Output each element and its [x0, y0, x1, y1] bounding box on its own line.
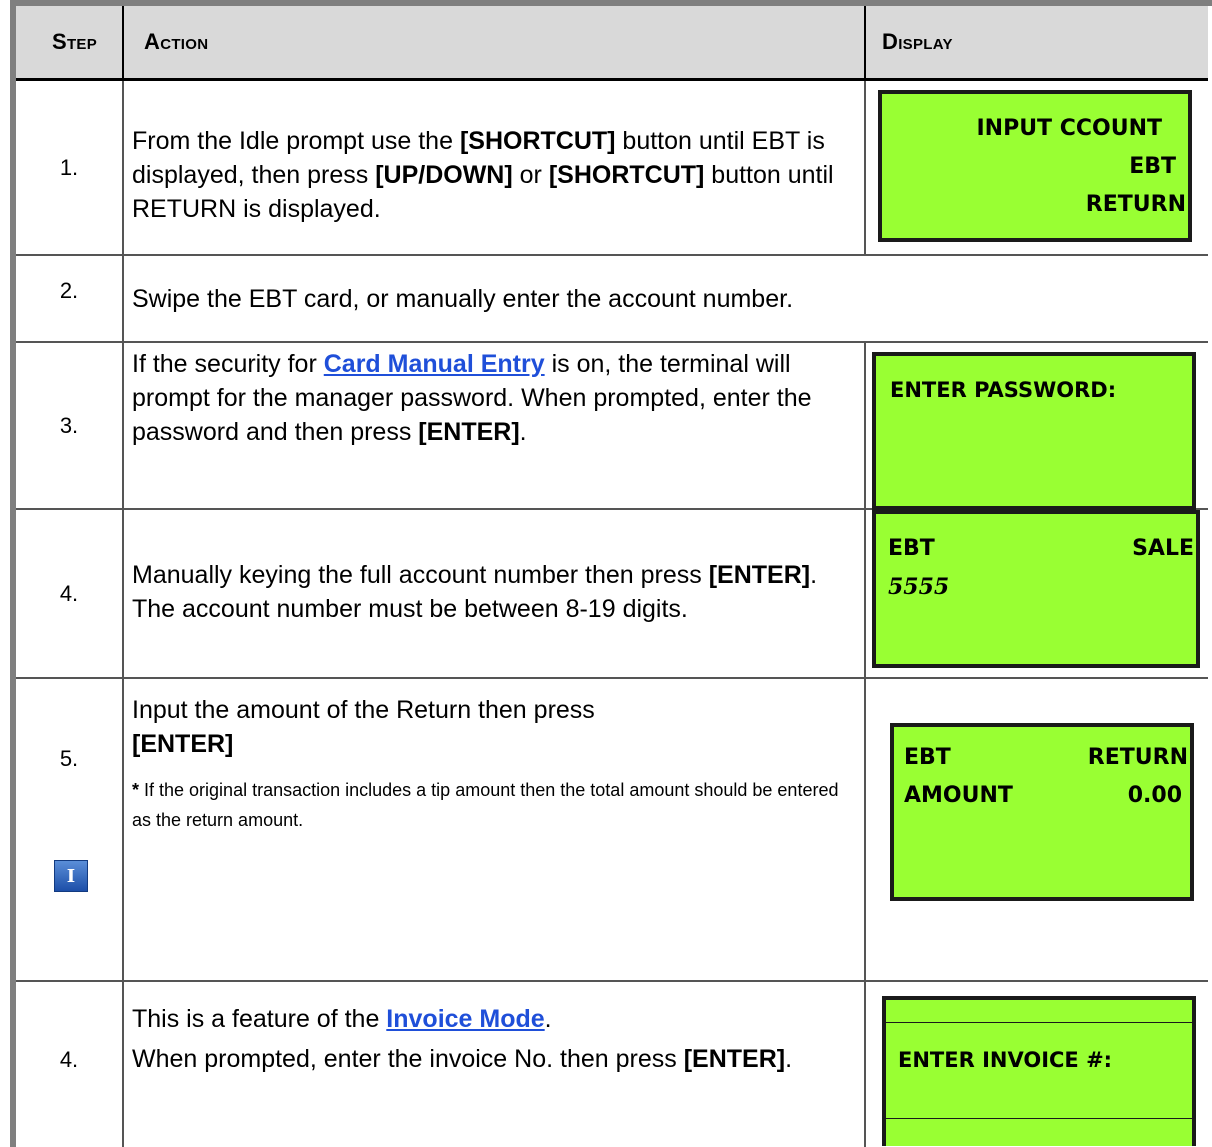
- terminal-display: EBT SALE 5555: [872, 510, 1200, 668]
- terminal-display: ENTER PASSWORD:: [872, 352, 1196, 510]
- table-row: 5. I Input the amount of the Return then…: [16, 679, 1208, 982]
- display-line: ENTER PASSWORD:: [890, 378, 1117, 402]
- info-icon: I: [54, 860, 88, 892]
- terminal-display: INPUT CCOUNT EBT RETURN: [878, 90, 1192, 242]
- column-divider: [864, 679, 866, 980]
- header-divider: [864, 6, 866, 78]
- step-number: 3.: [59, 412, 79, 438]
- header-display: Display: [882, 29, 953, 54]
- display-line: 0.00: [1127, 783, 1182, 808]
- steps-table: Step Action Display 1. From the Idle pro…: [10, 0, 1212, 1147]
- invoice-mode-link[interactable]: Invoice Mode: [386, 1005, 544, 1033]
- step-number: 2.: [59, 278, 79, 303]
- column-divider: [122, 81, 124, 254]
- display-separator: [886, 1118, 1192, 1119]
- table-header: Step Action Display: [16, 6, 1208, 81]
- column-divider: [864, 982, 866, 1147]
- step-action: Manually keying the full account number …: [132, 561, 818, 623]
- display-line: EBT: [1129, 154, 1176, 179]
- step-number: 1.: [59, 154, 79, 180]
- display-line: INPUT CCOUNT: [976, 116, 1162, 141]
- display-line: RETURN: [1085, 192, 1186, 217]
- card-manual-entry-link[interactable]: Card Manual Entry: [324, 350, 545, 378]
- column-divider: [864, 81, 866, 254]
- display-line: 5555: [888, 574, 950, 600]
- step-action: From the Idle prompt use the [SHORTCUT] …: [132, 127, 834, 223]
- display-separator: [886, 1022, 1192, 1023]
- display-line: RETURN: [1087, 745, 1188, 770]
- display-line: EBT: [904, 745, 951, 770]
- column-divider: [122, 679, 124, 980]
- table-row: 2. Swipe the EBT card, or manually enter…: [16, 256, 1208, 343]
- column-divider: [122, 982, 124, 1147]
- column-divider: [864, 343, 866, 508]
- step-action: This is a feature of the Invoice Mode. W…: [132, 1005, 793, 1073]
- action-text: Input the amount of the Return then pres…: [132, 696, 595, 724]
- step-action: If the security for Card Manual Entry is…: [132, 350, 812, 446]
- table-row: 4. This is a feature of the Invoice Mode…: [16, 982, 1208, 1147]
- table-row: 1. From the Idle prompt use the [SHORTCU…: [16, 81, 1208, 256]
- terminal-display: EBT RETURN AMOUNT 0.00: [890, 723, 1194, 901]
- table-row: 4. Manually keying the full account numb…: [16, 510, 1208, 679]
- column-divider: [122, 510, 124, 677]
- display-line: SALE: [1132, 536, 1194, 561]
- note-text: * If the original transaction includes a…: [132, 780, 839, 830]
- display-line: ENTER INVOICE #:: [898, 1048, 1113, 1072]
- step-action: Input the amount of the Return then pres…: [132, 693, 852, 835]
- step-number: 5.: [59, 746, 79, 771]
- column-divider: [864, 510, 866, 677]
- column-divider: [122, 256, 124, 341]
- display-line: EBT: [888, 536, 935, 561]
- step-number: 4.: [59, 580, 79, 606]
- step-number: 4.: [59, 1046, 79, 1072]
- column-divider: [122, 343, 124, 508]
- header-divider: [122, 6, 124, 78]
- terminal-display: ENTER INVOICE #:: [882, 996, 1196, 1146]
- table-row: 3. If the security for Card Manual Entry…: [16, 343, 1208, 510]
- step-action: Swipe the EBT card, or manually enter th…: [132, 285, 794, 313]
- display-line: AMOUNT: [904, 783, 1013, 808]
- header-step: Step: [52, 29, 98, 54]
- header-action: Action: [144, 29, 209, 54]
